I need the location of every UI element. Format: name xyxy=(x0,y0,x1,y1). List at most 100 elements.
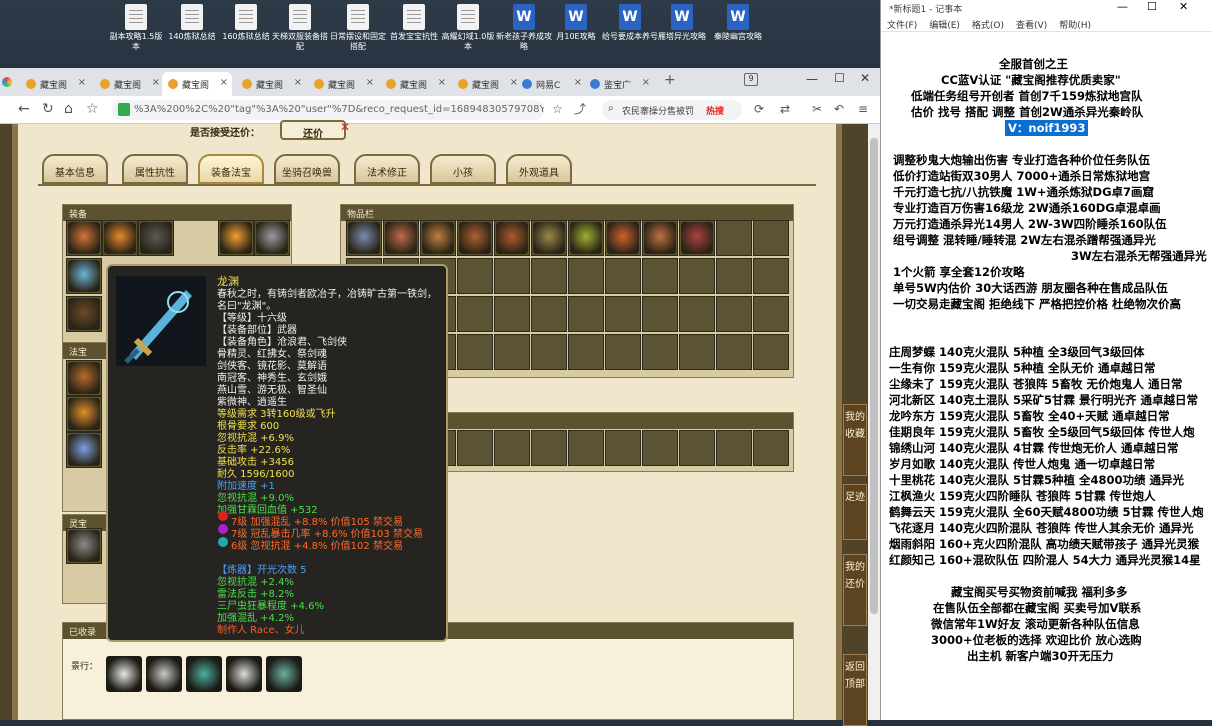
notepad-close-icon[interactable]: ✕ xyxy=(1179,0,1188,13)
side-float-button[interactable]: 我的还价 xyxy=(843,554,867,626)
item-slot[interactable] xyxy=(716,430,752,466)
game-tab[interactable]: 外观道具 xyxy=(506,154,572,184)
game-tab[interactable]: 坐骑召唤兽 xyxy=(274,154,340,184)
browser-tab[interactable]: 藏宝阁 × xyxy=(20,72,90,96)
item-slot[interactable] xyxy=(716,220,752,256)
desktop-file-icon[interactable]: 160炼狱总结 xyxy=(218,4,274,42)
item-slot[interactable] xyxy=(679,220,715,256)
item-slot[interactable] xyxy=(679,258,715,294)
notepad-text-line[interactable]: 藏宝阁买号买物资前喊我 福利多多 xyxy=(951,584,1128,600)
url-input[interactable]: %3A%200%2C%20"tag"%3A%20"user"%7D&reco_r… xyxy=(112,100,544,120)
item-slot[interactable] xyxy=(531,220,567,256)
desktop-file-icon[interactable]: 140炼狱总结 xyxy=(164,4,220,42)
notepad-text-line[interactable]: 全服首创之王 xyxy=(999,56,1068,72)
browser-tab[interactable]: 藏宝阁 × xyxy=(452,72,522,96)
notepad-text-line[interactable]: 千元打造七抗/八抗铁魔 1W+通杀炼狱DG卓7画窟 xyxy=(893,184,1154,200)
notepad-text-line[interactable]: 一生有你 159克火混队 5种植 全队无价 通卓越日常 xyxy=(889,360,1156,376)
notepad-text-line[interactable]: 低价打造站街双30男人 7000+通杀日常炼狱地宫 xyxy=(893,168,1150,184)
tab-count-badge[interactable]: 9 xyxy=(744,73,758,86)
game-tab[interactable]: 基本信息 xyxy=(42,154,108,184)
item-slot[interactable] xyxy=(642,258,678,294)
item-slot[interactable] xyxy=(753,430,789,466)
scenery-item-icon[interactable] xyxy=(266,656,302,692)
game-tab[interactable]: 法术修正 xyxy=(354,154,420,184)
tab-close-icon[interactable]: × xyxy=(438,77,446,88)
notepad-text-line[interactable]: 在售队伍全部都在藏宝阁 买卖号加V联系 xyxy=(933,600,1141,616)
desktop-file-icon[interactable]: 高耀幻域1.0版本 xyxy=(440,4,496,52)
item-slot[interactable] xyxy=(531,334,567,370)
menu-icon[interactable]: ≡ xyxy=(858,101,868,117)
browser-tab[interactable]: 藏宝阁 × xyxy=(380,72,450,96)
desktop-file-icon[interactable]: W 给号要成本养号 xyxy=(602,4,658,42)
favorite-star-icon[interactable]: ☆ xyxy=(86,101,99,117)
item-slot[interactable] xyxy=(494,220,530,256)
item-slot[interactable] xyxy=(420,220,456,256)
bookmark-icon[interactable]: ☆ xyxy=(552,101,563,117)
notepad-text-line[interactable]: 3W左右混杀无帮强通异光 xyxy=(1071,248,1207,264)
item-slot[interactable] xyxy=(753,296,789,332)
item-slot[interactable] xyxy=(531,258,567,294)
side-float-button[interactable]: 足迹 xyxy=(843,484,867,540)
notepad-text-line[interactable]: 估价 找号 搭配 调整 首创2W通杀异光秦岭队 xyxy=(911,104,1143,120)
notepad-text-line[interactable]: 1个火箭 享全套12价攻略 xyxy=(893,264,1025,280)
item-slot[interactable] xyxy=(66,258,102,294)
item-slot[interactable] xyxy=(605,220,641,256)
item-slot[interactable] xyxy=(753,220,789,256)
item-slot[interactable] xyxy=(457,258,493,294)
page-scrollbar[interactable] xyxy=(868,124,880,720)
item-slot[interactable] xyxy=(531,430,567,466)
item-slot[interactable] xyxy=(531,296,567,332)
item-slot[interactable] xyxy=(753,258,789,294)
close-x-icon[interactable]: ✕ xyxy=(340,120,350,134)
browser-tab[interactable]: 鉴宝广 × xyxy=(584,72,654,96)
notepad-menu-item[interactable]: 格式(O) xyxy=(972,21,1004,31)
notepad-text-line[interactable]: 鹤舞云天 159克火混队 全60天赋4800功绩 5甘霖 传世人炮 xyxy=(889,504,1204,520)
notepad-text-line[interactable]: 龙吟东方 159克火混队 5畜牧 全40+天赋 通卓越日常 xyxy=(889,408,1170,424)
notepad-text-line[interactable]: 红颜知己 160+混砍队伍 四阶混人 54大力 通异光灵猴14星 xyxy=(889,552,1201,568)
notepad-maximize-icon[interactable]: ☐ xyxy=(1147,0,1157,13)
new-tab-icon[interactable]: + xyxy=(664,72,676,88)
item-slot[interactable] xyxy=(66,432,102,468)
side-float-button[interactable]: 返回顶部 xyxy=(843,654,867,726)
item-slot[interactable] xyxy=(218,220,254,256)
item-slot[interactable] xyxy=(66,360,102,396)
notepad-text-line[interactable]: 专业打造百万伤害16级龙 2W通杀160DG卓混卓画 xyxy=(893,200,1161,216)
desktop-file-icon[interactable]: 首发宝宝抗性 xyxy=(386,4,442,42)
item-slot[interactable] xyxy=(716,334,752,370)
item-slot[interactable] xyxy=(494,334,530,370)
notepad-text-line[interactable]: 锦绣山河 140克火混队 4甘霖 传世炮无价人 通卓越日常 xyxy=(889,440,1179,456)
item-slot[interactable] xyxy=(66,396,102,432)
item-slot[interactable] xyxy=(568,296,604,332)
desktop-file-icon[interactable]: W 新老孩子养成攻略 xyxy=(496,4,552,52)
item-slot[interactable] xyxy=(605,430,641,466)
item-slot[interactable] xyxy=(66,220,102,256)
item-slot[interactable] xyxy=(716,258,752,294)
notepad-text-line[interactable]: 岁月如歌 140克火混队 传世人炮鬼 通一切卓越日常 xyxy=(889,456,1155,472)
item-slot[interactable] xyxy=(568,258,604,294)
desktop-file-icon[interactable]: 日常摆设和固定搭配 xyxy=(330,4,386,52)
item-slot[interactable] xyxy=(457,220,493,256)
game-tab[interactable]: 属性抗性 xyxy=(122,154,188,184)
browser-tab[interactable]: 藏宝阁 × xyxy=(162,72,232,96)
back-icon[interactable]: ← xyxy=(18,101,30,117)
scenery-item-icon[interactable] xyxy=(146,656,182,692)
item-slot[interactable] xyxy=(642,334,678,370)
item-slot[interactable] xyxy=(66,296,102,332)
notepad-text-line[interactable]: 出主机 新客户端30开无压力 xyxy=(967,648,1114,664)
browser-tab[interactable]: 网易C × xyxy=(516,72,586,96)
item-slot[interactable] xyxy=(494,258,530,294)
notepad-menu-item[interactable]: 编辑(E) xyxy=(929,21,960,31)
notepad-text-line[interactable]: 调整秒鬼大炮输出伤害 专业打造各种价位任务队伍 xyxy=(893,152,1150,168)
desktop-file-icon[interactable]: W 月10E攻略 xyxy=(548,4,604,42)
tab-close-icon[interactable]: × xyxy=(220,77,228,88)
cut-icon[interactable]: ✂ xyxy=(812,101,822,117)
notepad-menu-item[interactable]: 文件(F) xyxy=(887,21,917,31)
notepad-text-line[interactable]: 低端任务组号开创者 首创7千159炼狱地宫队 xyxy=(911,88,1143,104)
desktop-file-icon[interactable]: W 秦陵幽宫攻略 xyxy=(710,4,766,42)
scrollbar-thumb[interactable] xyxy=(870,138,878,614)
item-slot[interactable] xyxy=(494,296,530,332)
item-slot[interactable] xyxy=(457,296,493,332)
tab-close-icon[interactable]: × xyxy=(574,77,582,88)
home-icon[interactable]: ⌂ xyxy=(64,101,73,117)
item-slot[interactable] xyxy=(568,220,604,256)
